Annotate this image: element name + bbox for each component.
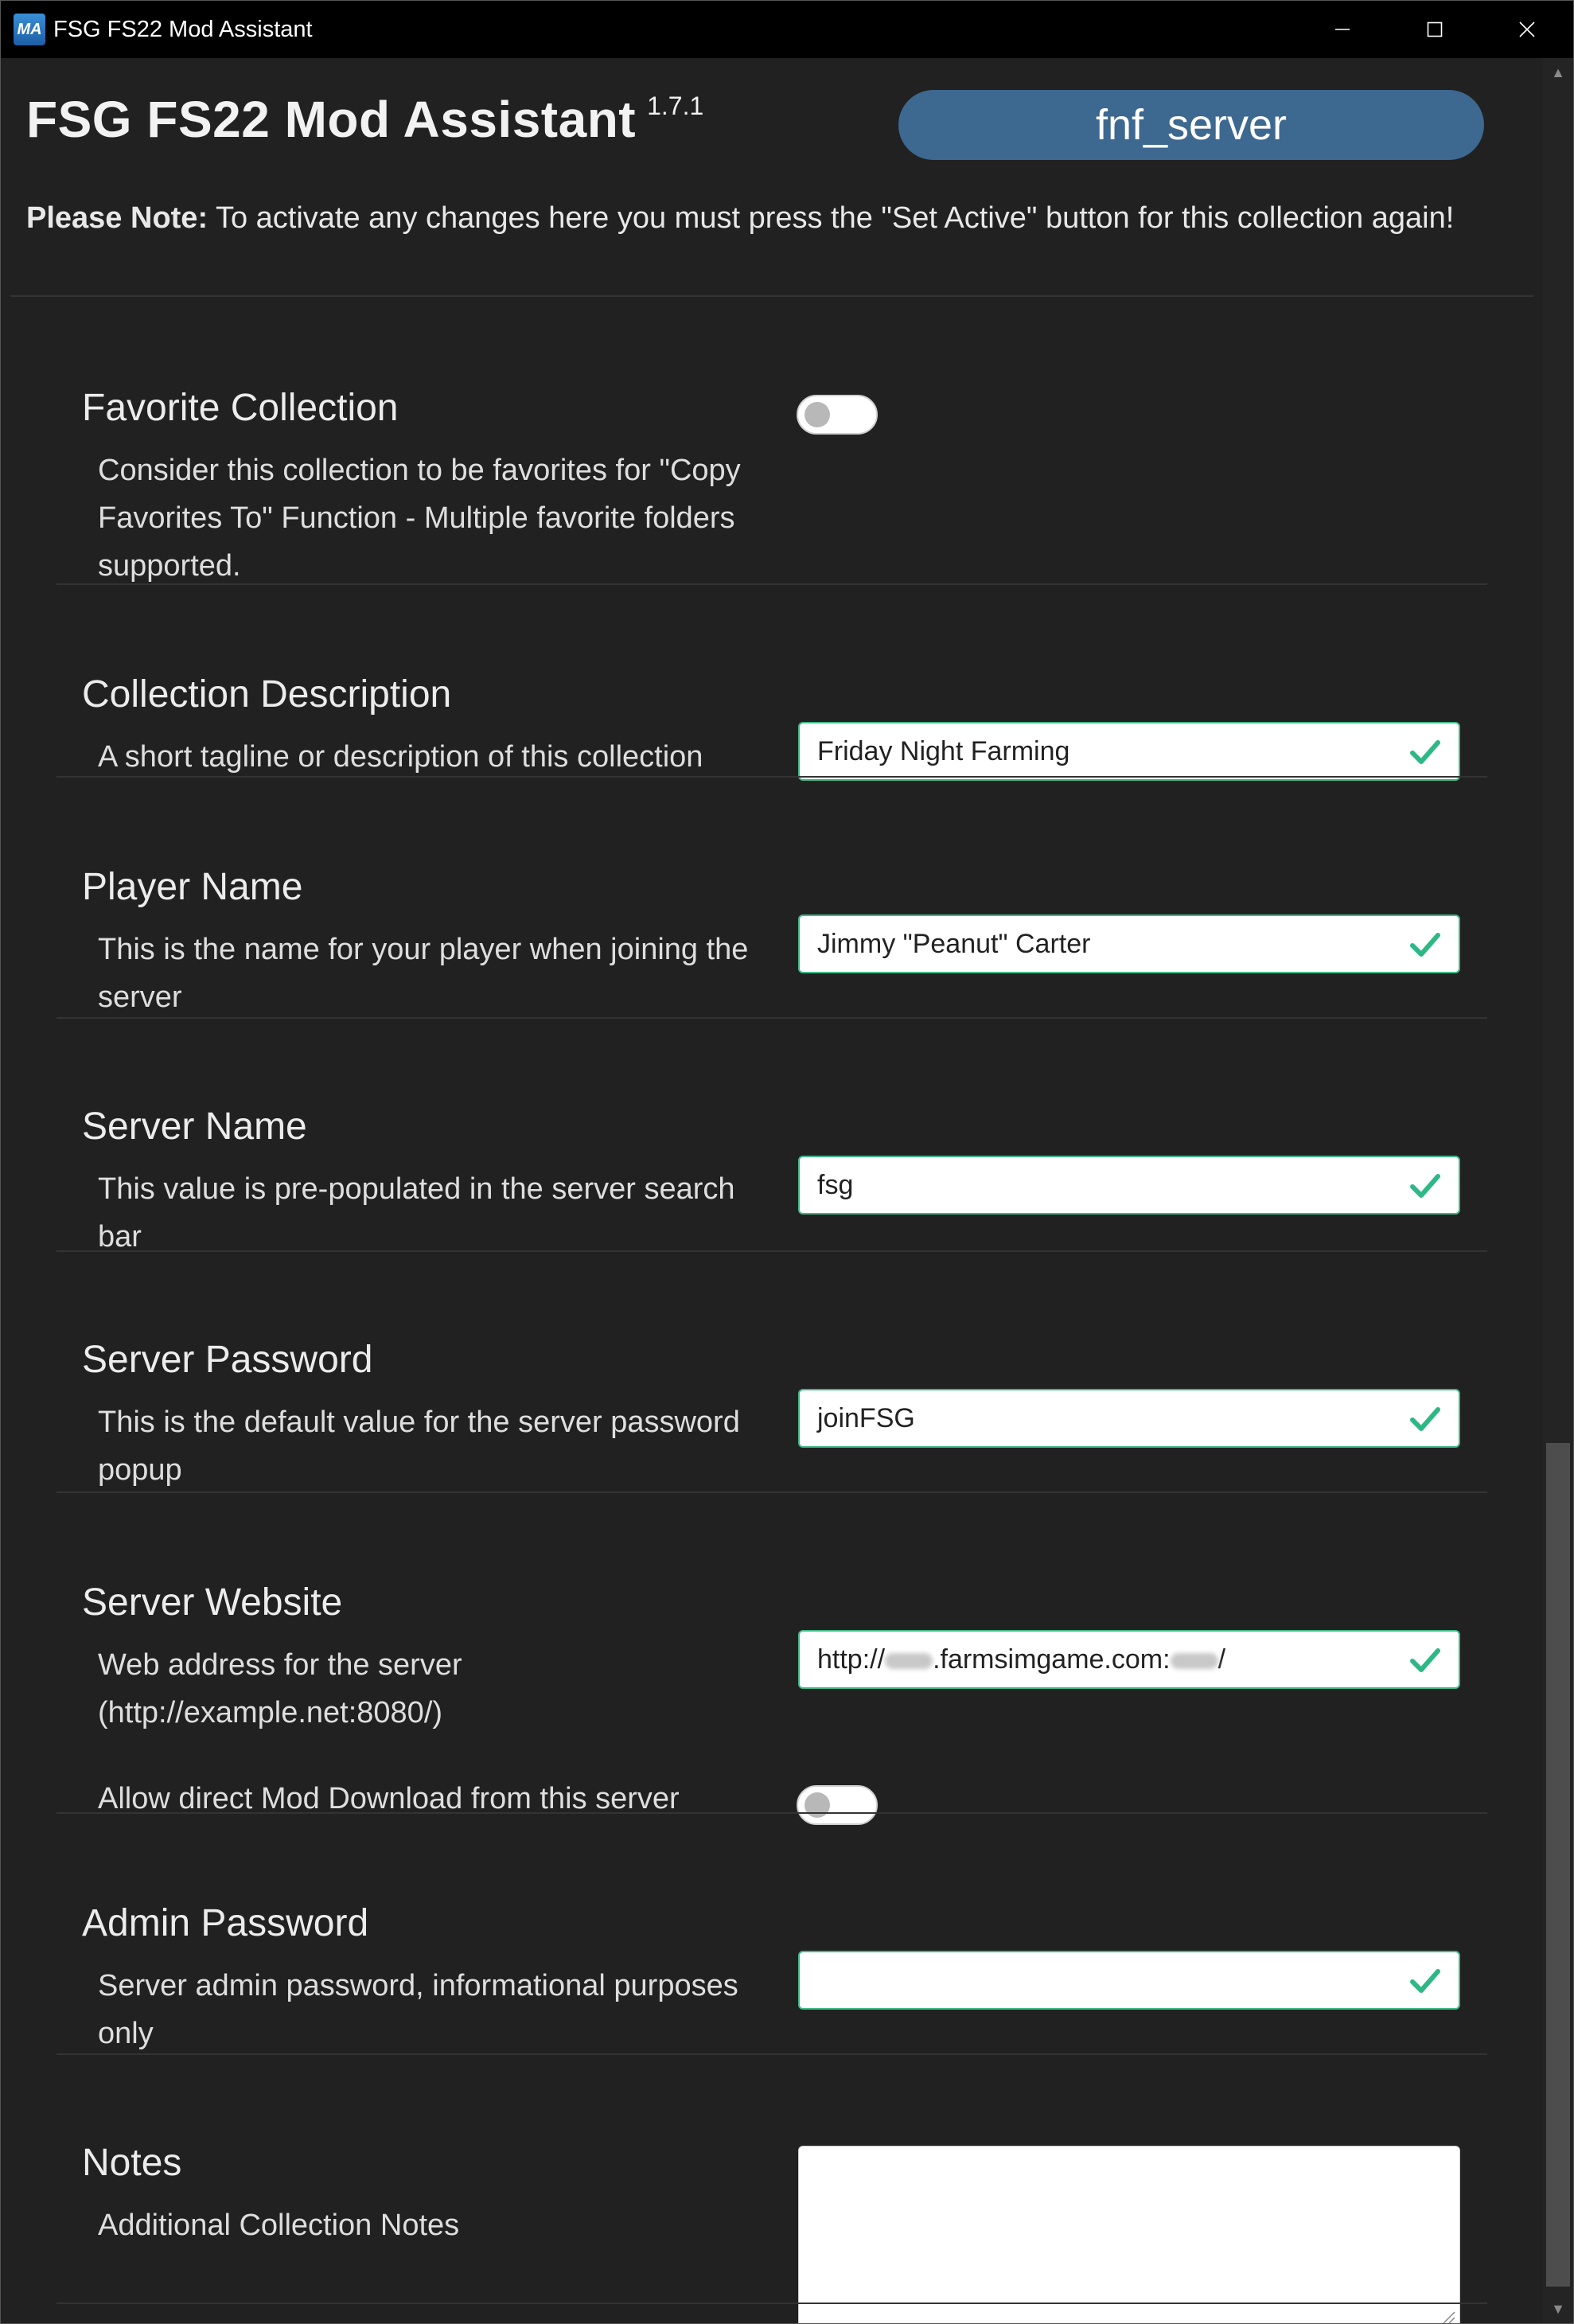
section-player-name: Player Name This is the name for your pl… — [56, 778, 1487, 1016]
maximize-icon — [1427, 21, 1443, 37]
section-notes: Notes Additional Collection Notes — [56, 2055, 1487, 2323]
activation-note: Please Note: To activate any changes her… — [26, 201, 1454, 236]
section-title: Favorite Collection — [82, 387, 399, 429]
page-title: FSG FS22 Mod Assistant — [26, 91, 637, 148]
section-title: Admin Password — [82, 1902, 369, 1944]
collection-description-input[interactable]: Friday Night Farming — [798, 722, 1460, 781]
divider — [56, 2303, 1487, 2304]
collection-name-badge: fnf_server — [898, 90, 1484, 160]
resize-grip-icon[interactable] — [1439, 2307, 1456, 2323]
input-value: Jimmy "Peanut" Carter — [817, 929, 1091, 959]
window-controls — [1296, 1, 1573, 58]
url-prefix: http:// — [817, 1644, 886, 1675]
server-password-input[interactable]: joinFSG — [798, 1389, 1460, 1448]
check-icon — [1410, 740, 1440, 764]
section-description: This is the default value for the server… — [98, 1406, 740, 1487]
app-window: MA FSG FS22 Mod Assistant FSG FS22 Mod A… — [0, 0, 1574, 2324]
section-server-name: Server Name This value is pre-populated … — [56, 1019, 1487, 1254]
section-server-website: Server Website Web address for the serve… — [56, 1493, 1487, 1825]
server-website-input[interactable]: http:// .farmsimgame.com: / — [798, 1630, 1460, 1689]
section-server-password: Server Password This is the default valu… — [56, 1252, 1487, 1491]
title-bar[interactable]: MA FSG FS22 Mod Assistant — [1, 1, 1573, 58]
header: FSG FS22 Mod Assistant 1.7.1 — [26, 90, 703, 149]
section-admin-password: Admin Password Server admin password, in… — [56, 1814, 1487, 2053]
url-suffix: / — [1218, 1644, 1226, 1675]
favorite-toggle[interactable] — [797, 395, 878, 435]
redacted-region — [885, 1653, 933, 1670]
section-title: Server Password — [82, 1339, 373, 1381]
section-title: Server Name — [82, 1105, 307, 1148]
input-value: http:// .farmsimgame.com: / — [817, 1632, 1225, 1687]
version-label: 1.7.1 — [647, 92, 704, 120]
check-icon — [1410, 1969, 1440, 1993]
minimize-button[interactable] — [1296, 1, 1389, 58]
section-collection-description: Collection Description A short tagline o… — [56, 585, 1487, 781]
redacted-region — [1170, 1653, 1218, 1670]
server-name-input[interactable]: fsg — [798, 1156, 1460, 1215]
section-description: Additional Collection Notes — [98, 2209, 460, 2242]
check-icon — [1410, 933, 1440, 957]
toggle-knob — [805, 402, 830, 427]
section-description: This value is pre-populated in the serve… — [98, 1172, 735, 1254]
app-logo-icon: MA — [14, 14, 45, 45]
check-icon — [1410, 1407, 1440, 1431]
player-name-input[interactable]: Jimmy "Peanut" Carter — [798, 914, 1460, 973]
scroll-up-icon[interactable]: ▲ — [1543, 58, 1573, 87]
input-value: joinFSG — [817, 1403, 915, 1433]
close-button[interactable] — [1481, 1, 1573, 58]
section-title: Player Name — [82, 866, 303, 908]
section-title: Notes — [82, 2142, 182, 2184]
section-description: A short tagline or description of this c… — [98, 740, 703, 774]
vertical-scrollbar[interactable]: ▲ ▼ — [1543, 58, 1573, 2323]
url-domain: .farmsimgame.com: — [933, 1644, 1171, 1675]
section-description: Server admin password, informational pur… — [98, 1969, 738, 2050]
admin-password-input[interactable] — [798, 1951, 1460, 2010]
maximize-button[interactable] — [1389, 1, 1481, 58]
section-description: Web address for the server (http://examp… — [98, 1648, 462, 1729]
note-label: Please Note: — [26, 201, 208, 235]
notes-textarea[interactable] — [798, 2146, 1460, 2323]
note-text: To activate any changes here you must pr… — [208, 201, 1455, 235]
input-value: fsg — [817, 1170, 854, 1200]
close-icon — [1519, 21, 1535, 37]
input-value: Friday Night Farming — [817, 736, 1070, 766]
section-title: Collection Description — [82, 673, 452, 716]
settings-content: FSG FS22 Mod Assistant 1.7.1 fnf_server … — [1, 58, 1543, 2323]
check-icon — [1410, 1648, 1440, 1672]
section-description: This is the name for your player when jo… — [98, 933, 749, 1014]
minimize-icon — [1335, 29, 1350, 30]
window-title: FSG FS22 Mod Assistant — [53, 16, 313, 42]
section-description: Consider this collection to be favorites… — [98, 454, 741, 583]
check-icon — [1410, 1174, 1440, 1198]
scroll-thumb[interactable] — [1546, 1443, 1570, 2287]
scroll-down-icon[interactable]: ▼ — [1543, 2295, 1573, 2323]
section-title: Server Website — [82, 1581, 343, 1624]
